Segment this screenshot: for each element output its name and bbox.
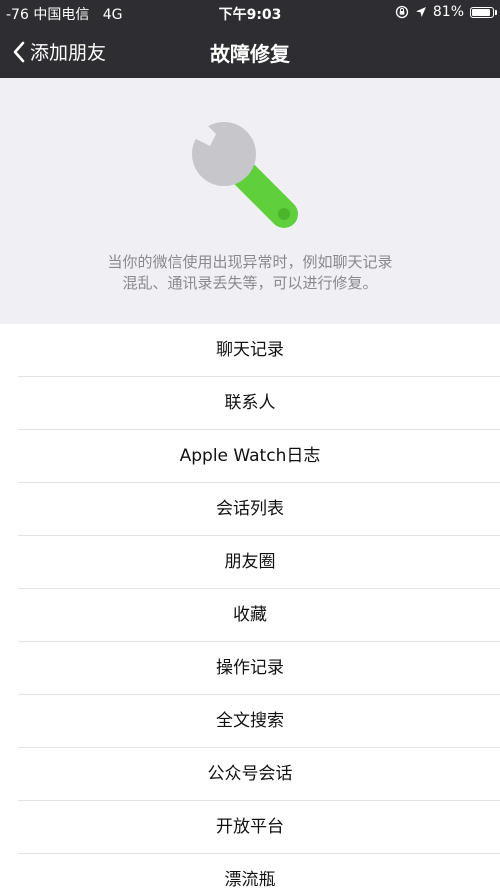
battery-fill	[472, 8, 490, 16]
list-item-chat-history[interactable]: 聊天记录	[0, 324, 500, 377]
location-arrow-icon	[415, 7, 426, 17]
list-item-open-platform[interactable]: 开放平台	[0, 801, 500, 854]
wrench-icon	[180, 110, 310, 230]
status-right: 81%	[395, 4, 497, 20]
list-item-favorites[interactable]: 收藏	[0, 589, 500, 642]
repair-header: 当你的微信使用出现异常时，例如聊天记录 混乱、通讯录丢失等，可以进行修复。	[0, 78, 500, 324]
page-title: 故障修复	[210, 42, 290, 66]
repair-description-line1: 当你的微信使用出现异常时，例如聊天记录	[107, 253, 393, 271]
orientation-lock-icon	[395, 5, 409, 19]
list-item-chat-list[interactable]: 会话列表	[0, 483, 500, 536]
status-bar: -76 中国电信 4G 下午9:03 81%	[0, 0, 500, 26]
battery-percent: 81%	[432, 4, 464, 20]
repair-options-list: 聊天记录 联系人 Apple Watch日志 会话列表 朋友圈 收藏 操作记录 …	[0, 324, 500, 889]
list-item-contacts[interactable]: 联系人	[0, 377, 500, 430]
battery-icon	[470, 6, 497, 18]
list-item-drift-bottle[interactable]: 漂流瓶	[0, 854, 500, 889]
repair-description-line2: 混乱、通讯录丢失等，可以进行修复。	[122, 274, 378, 292]
list-item-apple-watch-log[interactable]: Apple Watch日志	[0, 430, 500, 483]
list-item-moments[interactable]: 朋友圈	[0, 536, 500, 589]
list-item-full-text-search[interactable]: 全文搜索	[0, 695, 500, 748]
list-item-official-accounts[interactable]: 公众号会话	[0, 748, 500, 801]
repair-description: 当你的微信使用出现异常时，例如聊天记录 混乱、通讯录丢失等，可以进行修复。	[0, 252, 500, 294]
navigation-bar: 添加朋友 故障修复	[0, 26, 500, 78]
list-item-operation-log[interactable]: 操作记录	[0, 642, 500, 695]
